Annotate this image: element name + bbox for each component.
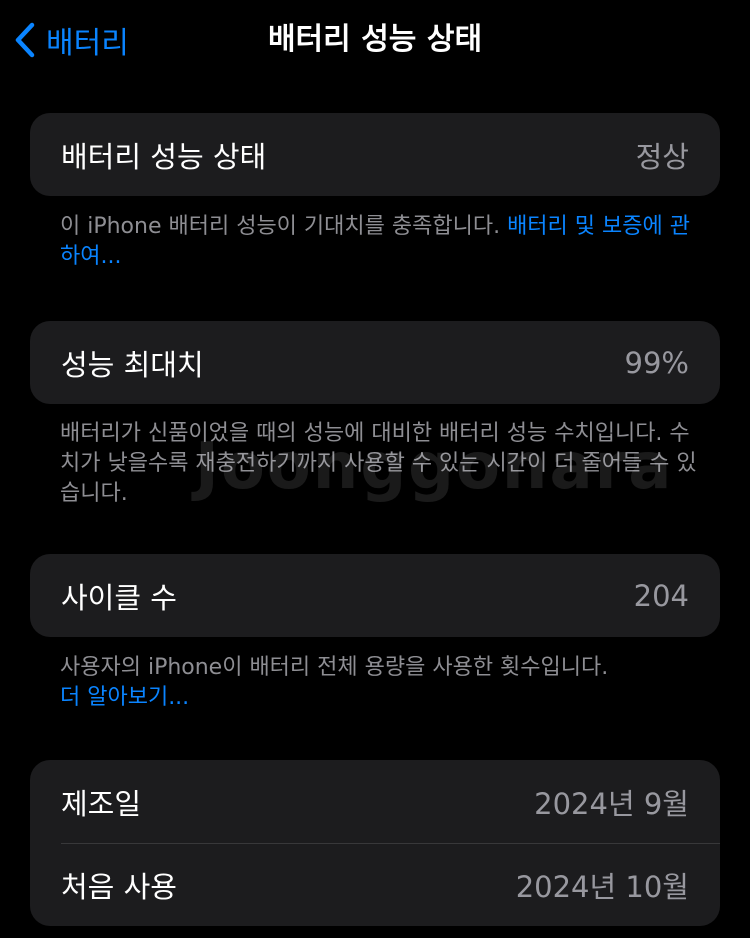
- manufacture-date-label: 제조일: [61, 786, 142, 821]
- learn-more-link[interactable]: 더 알아보기...: [60, 683, 700, 713]
- battery-health-card: 배터리 성능 상태 정상: [30, 113, 720, 196]
- manufacture-date-value: 2024년 9월: [534, 786, 689, 821]
- battery-health-label: 배터리 성능 상태: [61, 139, 267, 174]
- cycle-count-card: 사이클 수 204: [30, 554, 720, 637]
- maximum-capacity-row: 성능 최대치 99%: [30, 321, 720, 404]
- battery-health-row: 배터리 성능 상태 정상: [30, 113, 720, 196]
- cycle-count-description: 사용자의 iPhone이 배터리 전체 용량을 사용한 횟수입니다.: [60, 655, 609, 680]
- cycle-count-value: 204: [633, 578, 689, 613]
- maximum-capacity-card: 성능 최대치 99%: [30, 321, 720, 404]
- cycle-count-row: 사이클 수 204: [30, 554, 720, 637]
- navigation-bar: 배터리 배터리 성능 상태: [0, 0, 750, 80]
- maximum-capacity-footnote: 배터리가 신품이었을 때의 성능에 대비한 배터리 성능 수치입니다. 수치가 …: [60, 421, 697, 506]
- maximum-capacity-value: 99%: [624, 345, 689, 380]
- battery-health-value: 정상: [635, 139, 689, 174]
- maximum-capacity-label: 성능 최대치: [61, 347, 204, 382]
- dates-card: 제조일 2024년 9월 처음 사용 2024년 10월: [30, 760, 720, 926]
- row-divider: [61, 843, 720, 844]
- page-title: 배터리 성능 상태: [267, 22, 483, 57]
- first-use-row: 처음 사용 2024년 10월: [30, 843, 720, 926]
- first-use-label: 처음 사용: [61, 869, 177, 904]
- battery-health-description: 이 iPhone 배터리 성능이 기대치를 충족합니다.: [60, 214, 508, 239]
- cycle-count-label: 사이클 수: [61, 580, 177, 615]
- battery-health-footnote: 이 iPhone 배터리 성능이 기대치를 충족합니다. 배터리 및 보증에 관…: [60, 212, 700, 272]
- cycle-count-footnote: 사용자의 iPhone이 배터리 전체 용량을 사용한 횟수입니다. 더 알아보…: [60, 653, 700, 713]
- manufacture-date-row: 제조일 2024년 9월: [30, 760, 720, 843]
- first-use-value: 2024년 10월: [515, 869, 689, 904]
